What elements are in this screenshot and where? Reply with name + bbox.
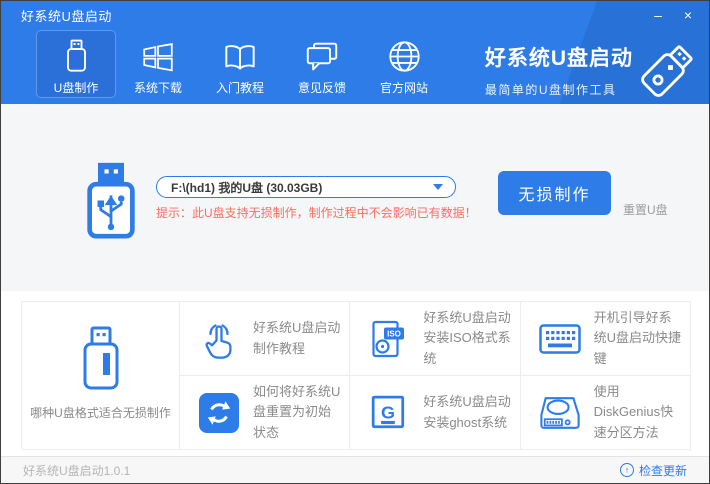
shortcut-label: 好系统U盘启动安装ISO格式系统 [423, 310, 511, 366]
globe-icon [388, 39, 421, 73]
nav-bar: U盘制作 系统下载 入门教程 意见反馈 官方网站 好系统U盘启动 最简单的U盘制… [1, 29, 709, 104]
shortcut-diskgenius[interactable]: 使用DiskGenius快速分区方法 [520, 376, 691, 450]
chevron-down-icon [433, 184, 443, 190]
minimize-button[interactable]: – [643, 1, 673, 29]
nav-item-label: 系统下载 [133, 81, 182, 95]
check-update-link[interactable]: ↑ 检查更新 [619, 462, 687, 479]
close-button[interactable]: × [673, 1, 703, 29]
usb-stick-icon [633, 37, 701, 104]
brand-subtitle: 最简单的U盘制作工具 [484, 83, 617, 97]
usb-drive-icon [78, 326, 124, 392]
make-panel: F:\(hd1) 我的U盘 (30.03GB) 提示：此U盘支持无损制作，制作过… [1, 104, 709, 291]
disk-icon [539, 392, 581, 434]
keyboard-icon [538, 318, 581, 360]
check-update-label: 检查更新 [638, 463, 687, 478]
tip-text: 提示：此U盘支持无损制作，制作过程中不会影响已有数据！ [156, 206, 477, 220]
drive-select-value: F:\(hd1) 我的U盘 (30.03GB) [171, 180, 323, 195]
svg-text:G: G [381, 402, 395, 422]
make-button[interactable]: 无损制作 [498, 171, 611, 215]
book-icon [222, 39, 258, 73]
nav-item-usb-make[interactable]: U盘制作 [36, 30, 116, 98]
nav-item-label: 意见反馈 [297, 81, 346, 95]
usb-flash-icon [86, 161, 136, 239]
reset-usb-link[interactable]: 重置U盘 [623, 201, 668, 218]
shortcut-label: 如何将好系统U盘重置为初始状态 [253, 384, 341, 440]
nav-item-system-download[interactable]: 系统下载 [118, 30, 198, 98]
shortcut-label: 哪种U盘格式适合无损制作 [30, 406, 171, 420]
nav-item-label: 入门教程 [215, 81, 264, 95]
shortcut-install-iso[interactable]: ISO 好系统U盘启动安装ISO格式系统 [350, 302, 521, 376]
brand-block: 好系统U盘启动 最简单的U盘制作工具 [485, 41, 693, 99]
nav-item-tutorial[interactable]: 入门教程 [200, 30, 280, 98]
refresh-icon [198, 392, 240, 434]
title-bar: 好系统U盘启动 – × [1, 1, 709, 29]
shortcut-label: 使用DiskGenius快速分区方法 [593, 384, 674, 440]
click-hand-icon [198, 318, 240, 360]
arrow-up-circle-icon: ↑ [619, 463, 634, 477]
nav-item-official-site[interactable]: 官方网站 [364, 30, 444, 98]
header: 好系统U盘启动 – × U盘制作 系统下载 入门教程 意见反馈 官方网站 好系统… [1, 1, 709, 104]
nav-item-feedback[interactable]: 意见反馈 [282, 30, 362, 98]
windows-icon [142, 39, 174, 73]
shortcut-label: 好系统U盘启动制作教程 [253, 320, 341, 356]
shortcut-make-tutorial[interactable]: 好系统U盘启动制作教程 [180, 302, 351, 376]
nav-item-label: 官方网站 [379, 81, 428, 95]
window-title: 好系统U盘启动 [21, 8, 112, 24]
nav-item-label: U盘制作 [53, 81, 99, 95]
window-controls: – × [643, 1, 703, 29]
shortcut-boot-hotkey[interactable]: 开机引导好系统U盘启动快捷键 [520, 302, 691, 376]
ghost-g-icon: G [368, 392, 410, 434]
shortcuts-grid: 哪种U盘格式适合无损制作 好系统U盘启动制作教程 ISO 好系统U盘启动安装IS… [21, 301, 691, 450]
svg-text:ISO: ISO [387, 329, 401, 338]
brand-text: 好系统U盘启动 最简单的U盘制作工具 [485, 42, 633, 98]
status-bar: 好系统U盘启动1.0.1 ↑ 检查更新 [1, 456, 709, 483]
feedback-icon [304, 39, 340, 73]
shortcut-usb-format[interactable]: 哪种U盘格式适合无损制作 [22, 302, 180, 450]
brand-title: 好系统U盘启动 [484, 47, 633, 70]
iso-file-icon: ISO [368, 318, 410, 360]
shortcuts-section: 哪种U盘格式适合无损制作 好系统U盘启动制作教程 ISO 好系统U盘启动安装IS… [1, 291, 709, 456]
version-text: 好系统U盘启动1.0.1 [23, 463, 131, 478]
shortcut-label: 开机引导好系统U盘启动快捷键 [593, 310, 682, 366]
drive-select-dropdown[interactable]: F:\(hd1) 我的U盘 (30.03GB) [156, 176, 456, 198]
app-window: 好系统U盘启动 – × U盘制作 系统下载 入门教程 意见反馈 官方网站 好系统… [0, 0, 710, 484]
usb-drive-icon [64, 39, 89, 73]
shortcut-reset-usb[interactable]: 如何将好系统U盘重置为初始状态 [180, 376, 351, 450]
shortcut-install-ghost[interactable]: G 好系统U盘启动安装ghost系统 [350, 376, 521, 450]
shortcut-label: 好系统U盘启动安装ghost系统 [423, 394, 511, 430]
